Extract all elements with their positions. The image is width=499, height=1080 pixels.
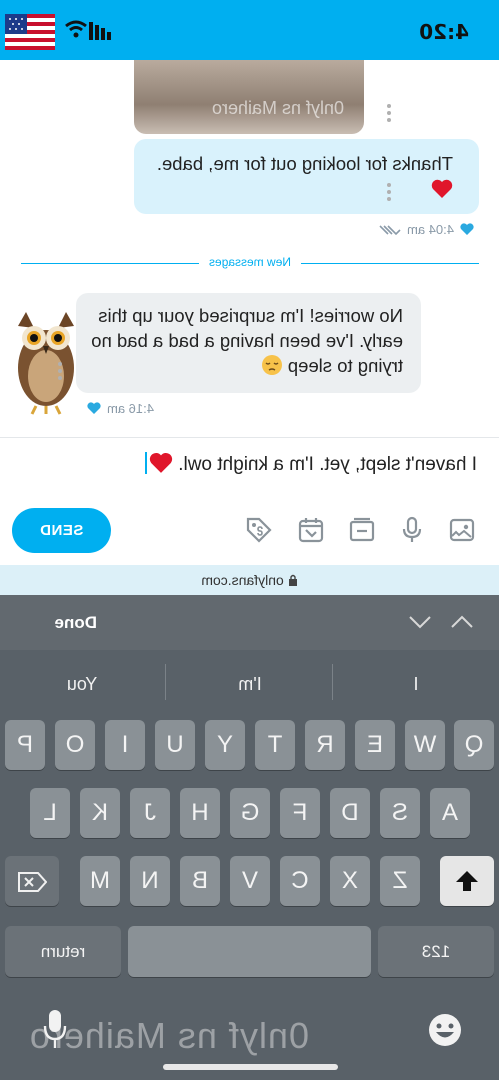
key-h[interactable]: H [180,788,220,838]
chevron-down-icon[interactable] [407,612,433,632]
sent-message-time: 4:04 am [407,222,454,237]
key-u[interactable]: U [155,720,195,770]
us-flag-icon [5,14,55,50]
suggestion-separator [332,664,333,700]
sent-message-bubble[interactable]: Thanks for looking out for me, babe. [134,139,479,214]
key-i[interactable]: I [105,720,145,770]
key-e[interactable]: E [355,720,395,770]
shift-arrow-icon [456,871,478,891]
chevron-up-icon[interactable] [449,612,475,632]
key-b[interactable]: B [180,856,220,906]
received-message-meta: 4:16 am [87,401,154,416]
url-text: onlyfans.com [201,572,284,588]
status-time: 4:20 [419,20,469,44]
done-button[interactable]: Done [55,613,98,633]
key-l[interactable]: L [30,788,70,838]
wifi-icon [65,20,87,38]
key-y[interactable]: Y [205,720,245,770]
schedule-calendar-icon[interactable] [296,515,326,545]
price-tag-icon[interactable] [244,515,274,545]
received-message-bubble[interactable]: No worries! I'm surprised your up this e… [76,293,421,393]
key-j[interactable]: J [130,788,170,838]
return-key[interactable]: return [5,926,121,977]
composer-divider [0,437,499,438]
backspace-key[interactable] [5,856,59,906]
red-heart-emoji-icon [149,452,173,473]
key-m[interactable]: M [80,856,120,906]
browser-url-bar[interactable]: onlyfans.com [0,565,499,595]
pensive-face-emoji-icon [261,355,282,375]
key-v[interactable]: V [230,856,270,906]
key-t[interactable]: T [255,720,295,770]
space-key[interactable] [128,926,371,977]
photo-watermark: 0nlyf ns Maihero [211,98,344,118]
numbers-key[interactable]: 123 [378,926,494,977]
key-k[interactable]: K [80,788,120,838]
like-heart-icon[interactable] [87,402,101,415]
key-n[interactable]: N [130,856,170,906]
key-g[interactable]: G [230,788,270,838]
key-d[interactable]: D [330,788,370,838]
divider-line-right [21,263,199,264]
received-message-options-icon[interactable] [57,362,63,380]
key-p[interactable]: P [5,720,45,770]
emoji-icon[interactable] [427,1012,463,1048]
key-a[interactable]: A [430,788,470,838]
key-r[interactable]: R [305,720,345,770]
key-f[interactable]: F [280,788,320,838]
owl-avatar[interactable] [10,306,82,416]
photo-options-icon[interactable] [386,104,392,122]
text-caret [144,452,147,474]
key-o[interactable]: O [55,720,95,770]
image-upload-icon[interactable] [447,515,477,545]
read-checkmarks-icon [379,224,401,235]
message-input[interactable]: I haven't slept, yet. I'm a knight owl. [12,452,477,482]
sent-message-options-icon[interactable] [386,183,392,201]
key-s[interactable]: S [380,788,420,838]
red-heart-emoji-icon [431,179,453,198]
status-bar: 4:20 [0,0,499,60]
lock-icon [288,574,297,586]
received-message-text: No worries! I'm surprised your up this e… [91,305,403,376]
home-indicator[interactable] [163,1064,338,1070]
suggestion-3[interactable]: You [37,674,127,695]
received-message-time: 4:16 am [107,401,154,416]
vault-icon[interactable] [347,515,377,545]
suggestion-1[interactable]: I [371,674,461,695]
divider-line-left [301,263,479,264]
send-button[interactable]: SEND [12,508,111,553]
backspace-icon [18,872,48,892]
new-messages-label: New messages [208,255,292,269]
key-q[interactable]: Q [454,720,494,770]
key-c[interactable]: C [280,856,320,906]
like-heart-icon[interactable] [460,223,474,236]
microphone-icon[interactable] [397,515,427,545]
new-messages-divider: New messages [21,254,479,274]
key-z[interactable]: Z [380,856,420,906]
dictation-microphone-icon[interactable] [42,1008,68,1050]
sent-message-meta: 4:04 am [379,222,474,237]
suggestion-separator [165,664,166,700]
key-w[interactable]: W [405,720,445,770]
photo-message[interactable]: 0nlyf ns Maihero [134,60,364,134]
suggestion-2[interactable]: I'm [205,674,295,695]
cellular-signal-icon [89,22,111,40]
watermark: 0nlyf ns Maihero [28,1015,309,1056]
shift-key[interactable] [440,856,494,906]
mirrored-screen: 4:20 0nlyf ns Maihero Thanks for looking [0,0,499,1080]
sent-message-text: Thanks for looking out for me, babe. [153,151,453,203]
key-x[interactable]: X [330,856,370,906]
